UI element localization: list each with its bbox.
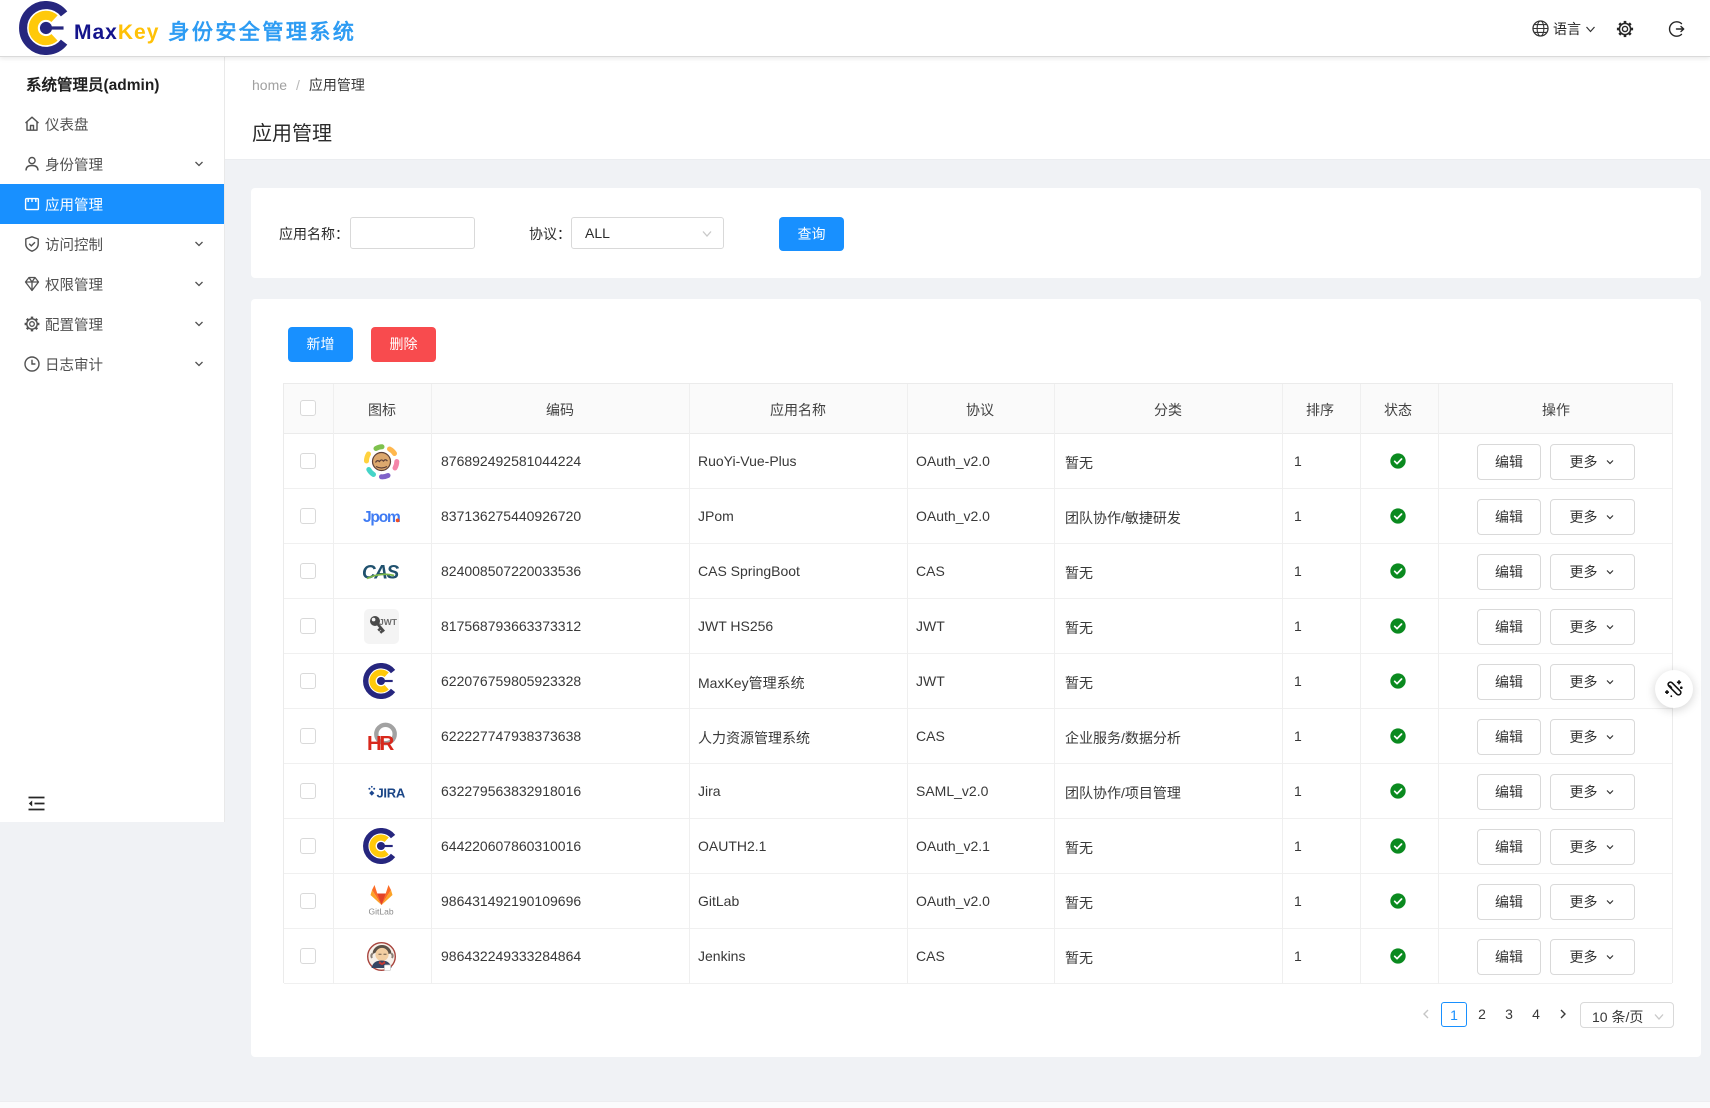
svg-text:R: R xyxy=(380,732,395,755)
svg-text:JIRA: JIRA xyxy=(377,786,406,801)
svg-text:GitLab: GitLab xyxy=(369,907,394,917)
svg-text:Jpom: Jpom xyxy=(363,509,400,526)
svg-text:JWT: JWT xyxy=(379,617,398,627)
svg-text:CAS: CAS xyxy=(363,563,399,584)
